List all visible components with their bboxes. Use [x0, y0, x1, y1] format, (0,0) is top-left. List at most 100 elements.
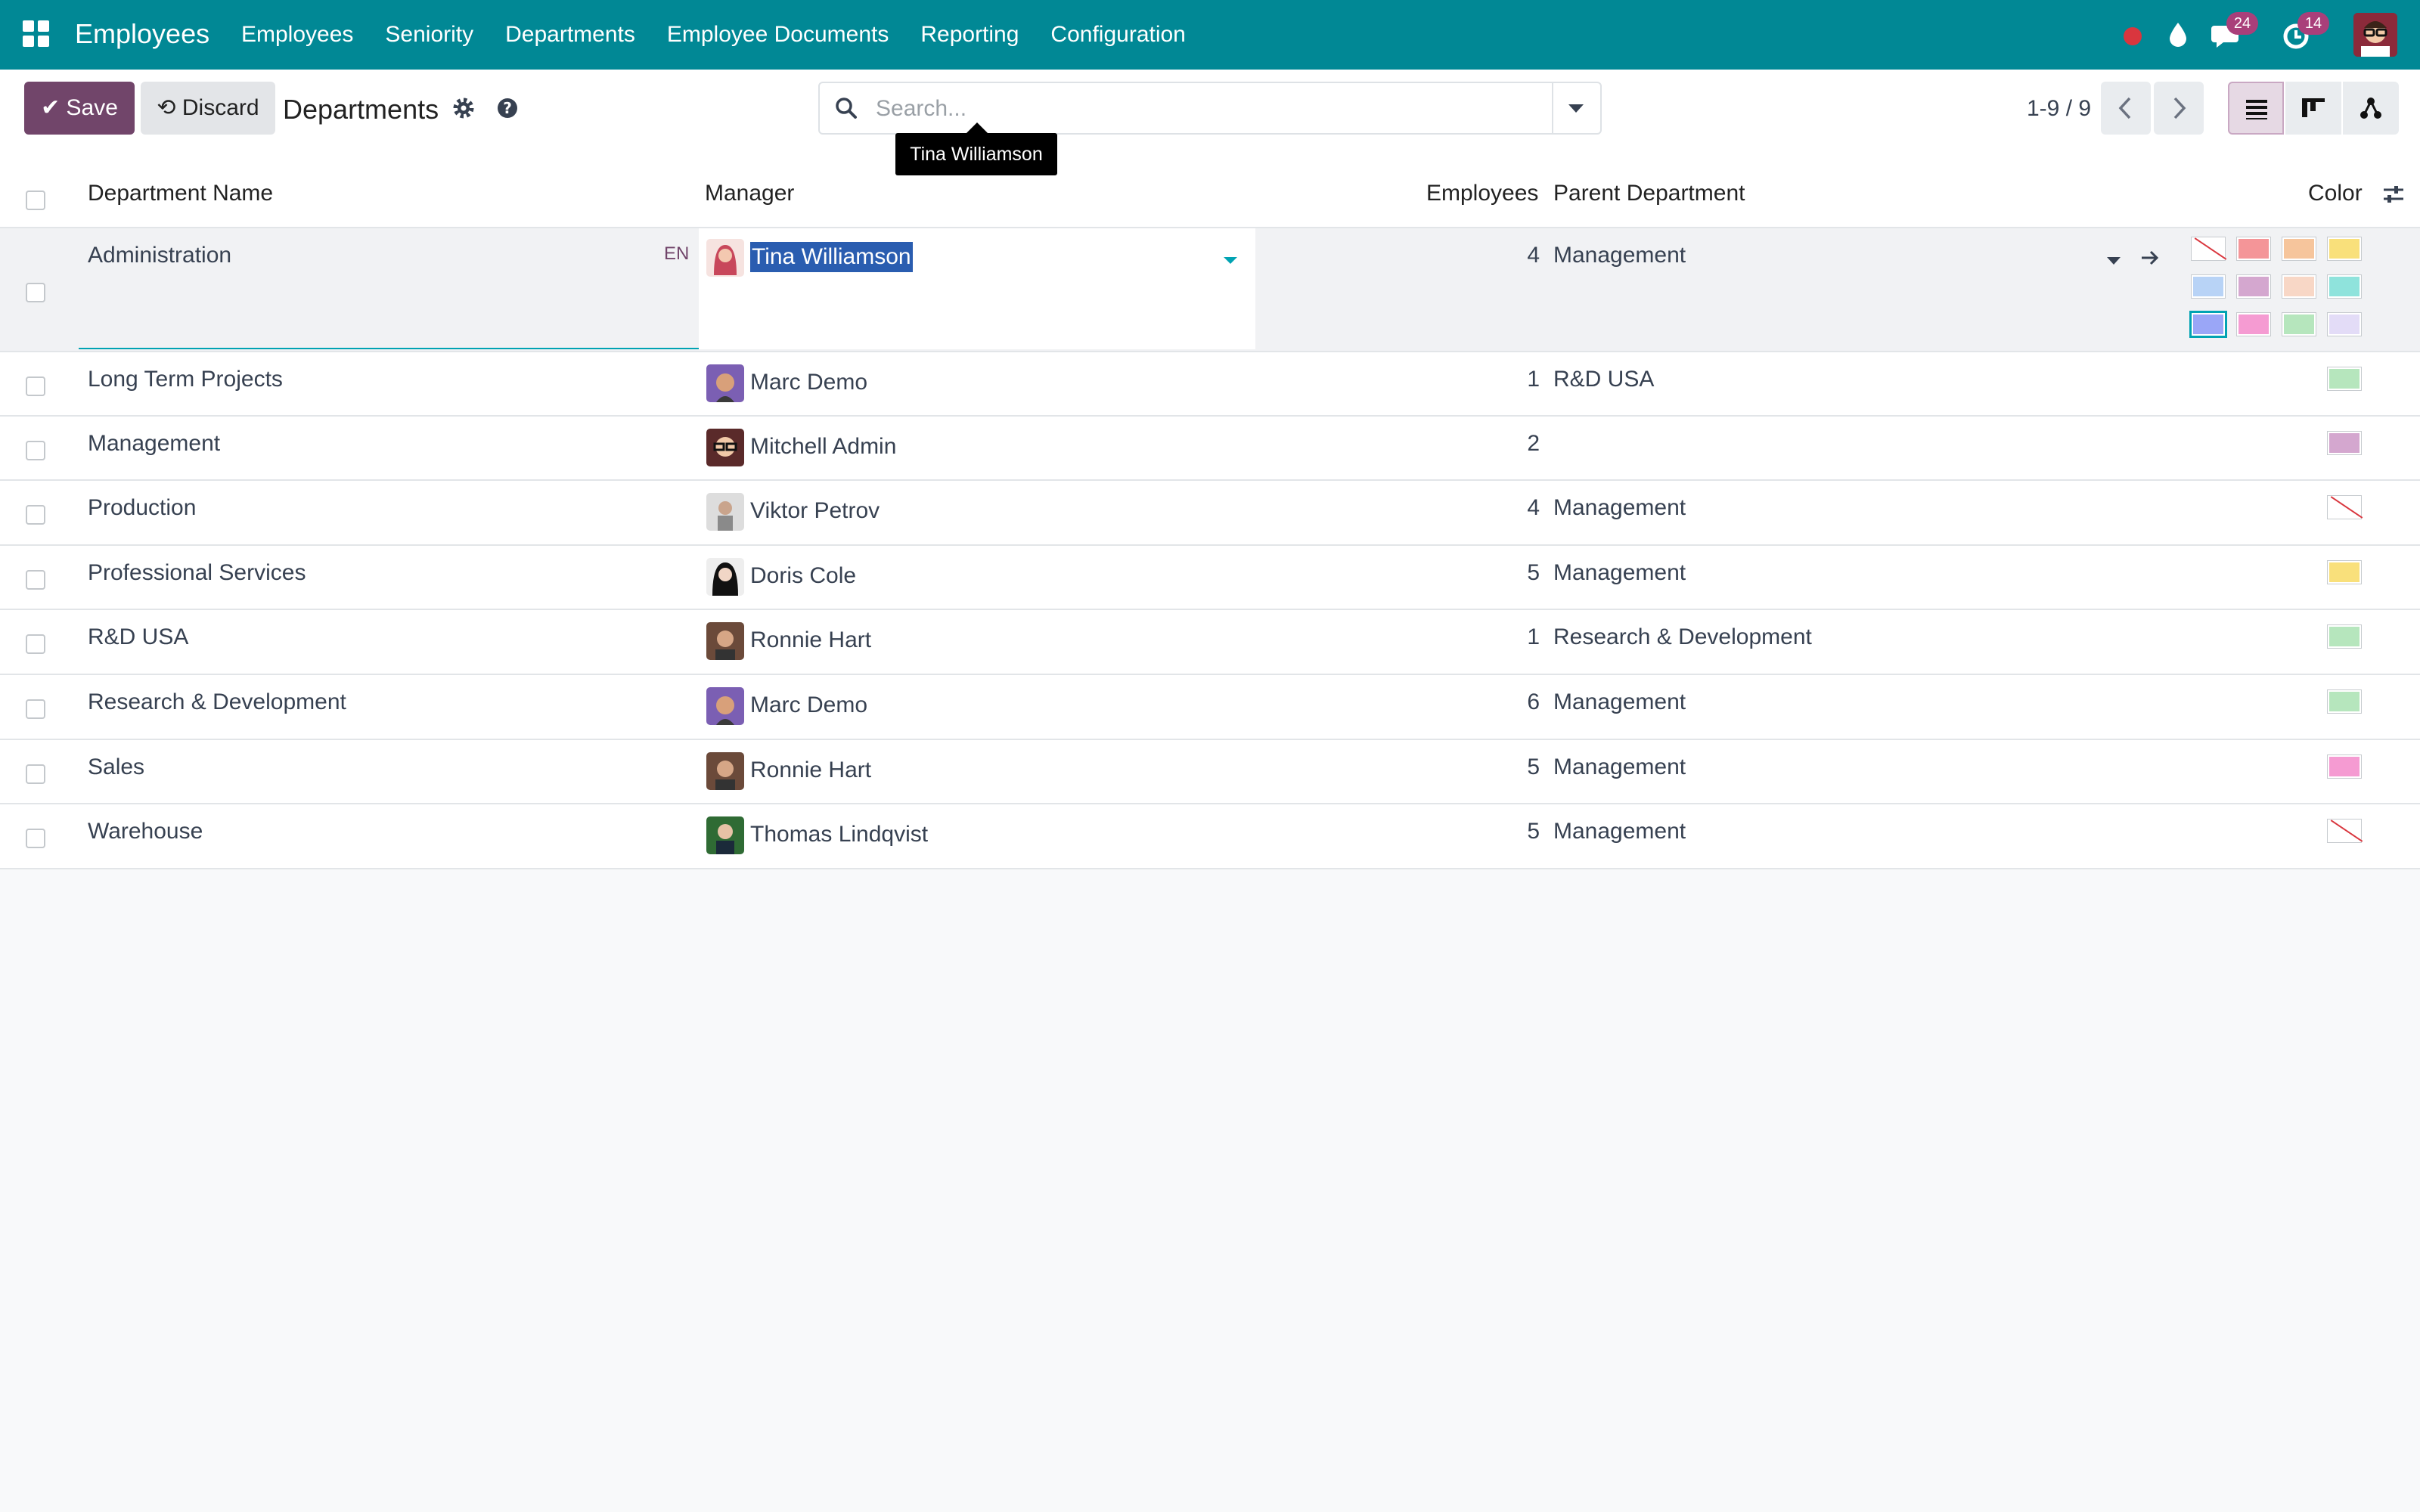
- debug-drop-icon[interactable]: [2160, 17, 2196, 53]
- color-swatch[interactable]: [2327, 624, 2362, 649]
- color-swatch[interactable]: [2327, 819, 2362, 843]
- header-color[interactable]: Color: [2308, 178, 2363, 209]
- color-option-yellow[interactable]: [2327, 237, 2362, 261]
- manager-name[interactable]: Mitchell Admin: [750, 432, 896, 462]
- row-checkbox[interactable]: [26, 699, 45, 719]
- header-employees[interactable]: Employees: [1426, 178, 1538, 209]
- manager-field-editor[interactable]: Tina Williamson: [699, 228, 1255, 349]
- save-button[interactable]: ✔ Save: [24, 82, 135, 135]
- menu-item-employees[interactable]: Employees: [241, 20, 353, 50]
- pager-next-button[interactable]: [2154, 82, 2204, 135]
- record-icon[interactable]: [2114, 17, 2151, 53]
- language-button[interactable]: EN: [664, 243, 689, 265]
- kanban-view-button[interactable]: [2285, 82, 2341, 135]
- color-option-green[interactable]: [2282, 312, 2316, 336]
- optional-columns-icon[interactable]: [2381, 181, 2406, 207]
- parent-department[interactable]: R&D USA: [1553, 364, 1654, 395]
- user-avatar[interactable]: [2353, 13, 2397, 57]
- parent-department[interactable]: Management: [1553, 558, 1686, 588]
- row-checkbox[interactable]: [26, 441, 45, 460]
- manager-avatar: [706, 622, 744, 660]
- manager-name[interactable]: Viktor Petrov: [750, 496, 880, 526]
- parent-department-input[interactable]: Management: [1553, 240, 1686, 271]
- list-view-button[interactable]: [2228, 82, 2284, 135]
- row-checkbox[interactable]: [26, 376, 45, 396]
- help-icon[interactable]: ?: [495, 95, 520, 121]
- color-swatch[interactable]: [2327, 367, 2362, 391]
- app-name[interactable]: Employees: [75, 17, 209, 51]
- menu-item-reporting[interactable]: Reporting: [920, 20, 1019, 50]
- color-option-teal[interactable]: [2327, 274, 2362, 299]
- menu-item-seniority[interactable]: Seniority: [385, 20, 473, 50]
- color-swatch[interactable]: [2327, 495, 2362, 519]
- manager-name[interactable]: Doris Cole: [750, 561, 856, 591]
- color-option-lavender[interactable]: [2327, 312, 2362, 336]
- search-icon: [833, 95, 859, 121]
- menu-item-configuration[interactable]: Configuration: [1050, 20, 1185, 50]
- table-row-editing[interactable]: Administration EN Tina Williamson 4 Mana…: [0, 228, 2420, 352]
- row-checkbox[interactable]: [26, 764, 45, 784]
- apps-icon[interactable]: [23, 20, 50, 48]
- parent-department[interactable]: Management: [1553, 816, 1686, 847]
- color-swatch[interactable]: [2327, 689, 2362, 714]
- color-option-salmon[interactable]: [2282, 274, 2316, 299]
- color-option-purple[interactable]: [2236, 274, 2271, 299]
- color-swatch[interactable]: [2327, 560, 2362, 584]
- row-checkbox[interactable]: [26, 505, 45, 525]
- manager-input[interactable]: Tina Williamson: [750, 242, 913, 272]
- table-row[interactable]: R&D USA Ronnie Hart 1 Research & Develop…: [0, 610, 2420, 675]
- clock-icon[interactable]: 14: [2279, 12, 2329, 53]
- color-swatch[interactable]: [2327, 754, 2362, 779]
- chat-icon[interactable]: 24: [2208, 12, 2258, 53]
- department-name: Long Term Projects: [88, 367, 283, 392]
- manager-name[interactable]: Marc Demo: [750, 690, 867, 720]
- manager-name[interactable]: Ronnie Hart: [750, 625, 871, 655]
- row-checkbox[interactable]: [26, 283, 45, 302]
- top-menu: Employees Seniority Departments Employee…: [241, 20, 1218, 50]
- hierarchy-view-button[interactable]: [2343, 82, 2399, 135]
- select-all-checkbox[interactable]: [26, 191, 45, 210]
- table-row[interactable]: Professional Services Doris Cole 5 Manag…: [0, 546, 2420, 610]
- manager-name[interactable]: Ronnie Hart: [750, 755, 871, 785]
- internal-link-arrow-icon[interactable]: [2137, 245, 2163, 271]
- manager-name[interactable]: Thomas Lindqvist: [750, 820, 928, 850]
- color-swatch[interactable]: [2327, 431, 2362, 455]
- table-row[interactable]: Management Mitchell Admin 2: [0, 417, 2420, 481]
- parent-department[interactable]: Research & Development: [1553, 622, 1812, 652]
- color-option-orange[interactable]: [2282, 237, 2316, 261]
- dropdown-caret-icon[interactable]: [2107, 257, 2121, 265]
- department-name-input[interactable]: Administration: [88, 240, 231, 271]
- pager-previous-button[interactable]: [2101, 82, 2151, 135]
- manager-avatar: [706, 816, 744, 854]
- header-parent-department[interactable]: Parent Department: [1553, 178, 1745, 209]
- header-department-name[interactable]: Department Name: [88, 178, 273, 209]
- table-row[interactable]: Research & Development Marc Demo 6 Manag…: [0, 675, 2420, 740]
- parent-department[interactable]: Management: [1553, 752, 1686, 782]
- color-option-none[interactable]: [2191, 237, 2226, 261]
- parent-department[interactable]: Management: [1553, 687, 1686, 717]
- table-row[interactable]: Warehouse Thomas Lindqvist 5 Management: [0, 804, 2420, 869]
- row-checkbox[interactable]: [26, 570, 45, 590]
- menu-item-employee-documents[interactable]: Employee Documents: [667, 20, 889, 50]
- manager-name[interactable]: Marc Demo: [750, 367, 867, 398]
- color-option-red[interactable]: [2236, 237, 2271, 261]
- parent-department[interactable]: Management: [1553, 493, 1686, 523]
- save-label: Save: [66, 95, 118, 120]
- color-option-blue-selected[interactable]: [2189, 311, 2227, 338]
- dropdown-caret-icon[interactable]: [1224, 257, 1237, 264]
- search-options-toggle[interactable]: [1552, 83, 1600, 133]
- table-row[interactable]: Production Viktor Petrov 4 Management: [0, 481, 2420, 546]
- table-row[interactable]: Long Term Projects Marc Demo 1 R&D USA: [0, 352, 2420, 417]
- discard-button[interactable]: ⟲ Discard: [141, 82, 275, 135]
- header-manager[interactable]: Manager: [705, 178, 794, 209]
- table-row[interactable]: Sales Ronnie Hart 5 Management: [0, 740, 2420, 804]
- gear-icon[interactable]: [451, 95, 476, 121]
- row-checkbox[interactable]: [26, 829, 45, 848]
- pager-value[interactable]: 1-9 / 9: [2027, 92, 2091, 125]
- color-option-light-blue[interactable]: [2191, 274, 2226, 299]
- menu-item-departments[interactable]: Departments: [505, 20, 635, 50]
- color-option-pink[interactable]: [2236, 312, 2271, 336]
- employees-count: 1: [1527, 624, 1540, 649]
- row-checkbox[interactable]: [26, 634, 45, 654]
- department-name: Warehouse: [88, 819, 203, 844]
